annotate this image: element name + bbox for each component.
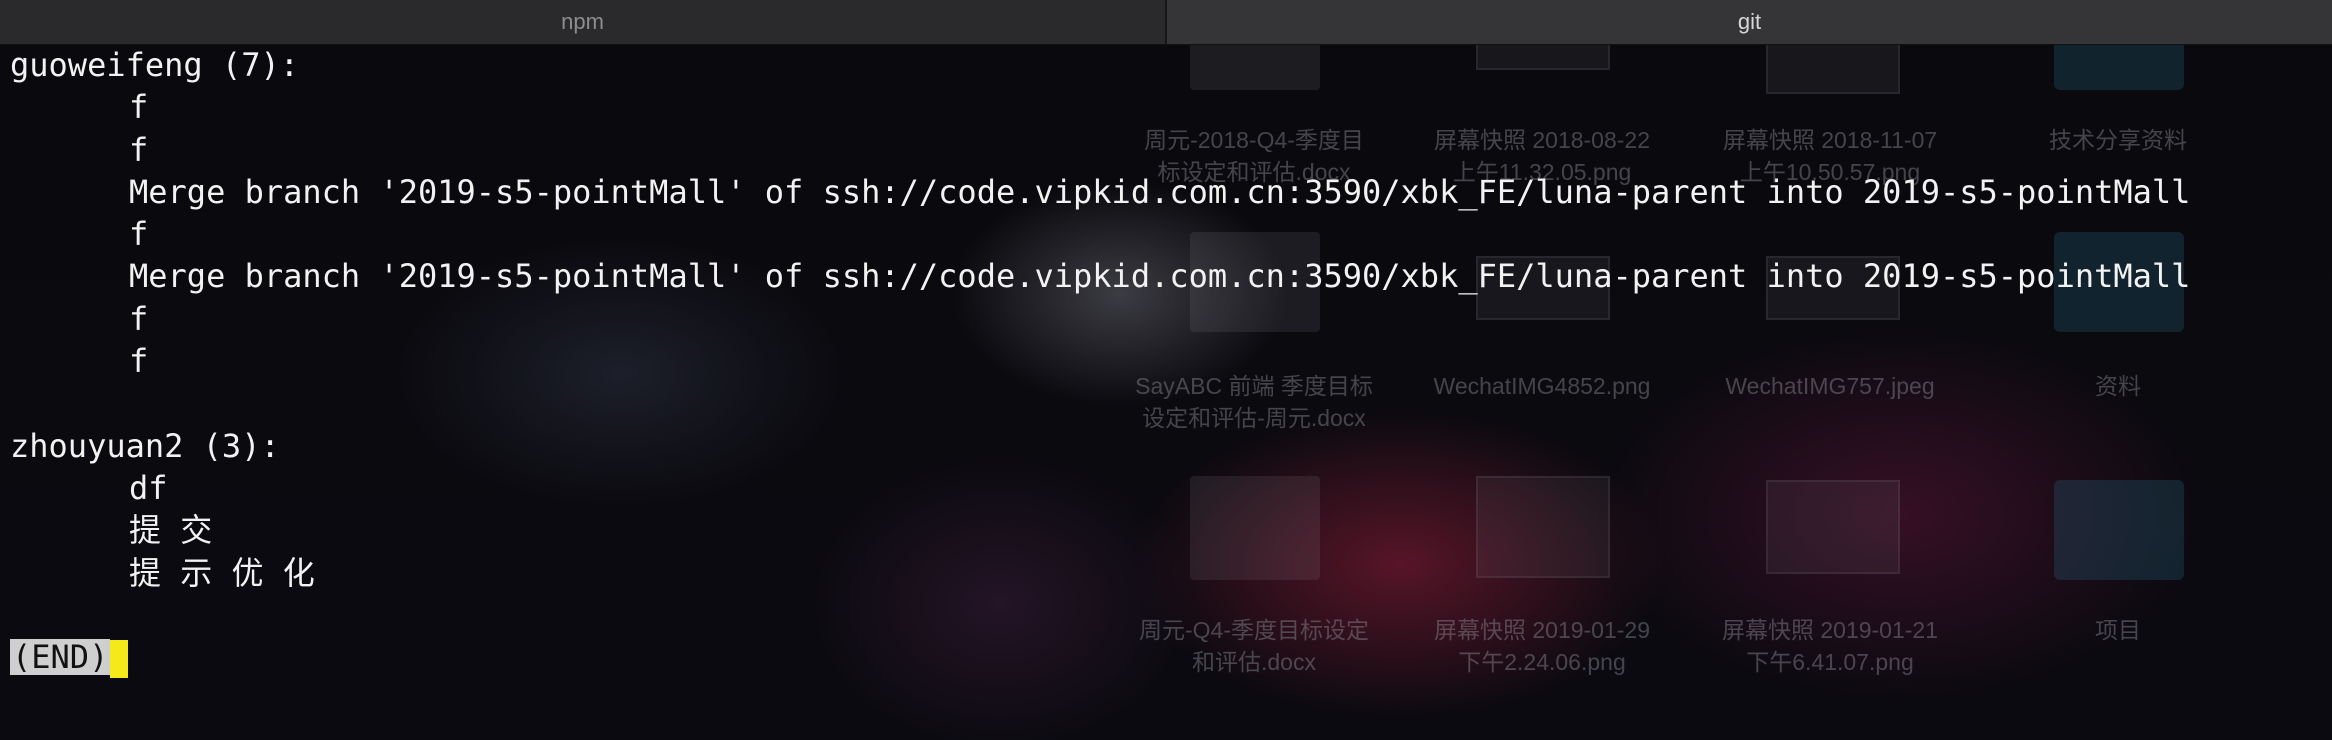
terminal-window: npm git 周元-2018-Q4-季度目 标设定和评估.docx 屏幕快照 …: [0, 0, 2332, 740]
tab-npm[interactable]: npm: [0, 0, 1165, 44]
terminal-output[interactable]: guoweifeng (7): f f Merge branch '2019-s…: [10, 44, 2310, 679]
commit-line: 提 示 优 化: [129, 553, 315, 592]
commit-line: Merge branch '2019-s5-pointMall' of ssh:…: [129, 257, 2191, 296]
tab-bar: npm git: [0, 0, 2332, 45]
author-header: zhouyuan2 (3):: [10, 426, 280, 465]
commit-line: f: [129, 215, 149, 254]
commit-line: 提 交: [129, 511, 213, 550]
commit-line: df: [129, 468, 168, 507]
commit-line: f: [129, 130, 149, 169]
commit-line: f: [129, 299, 149, 338]
terminal-cursor[interactable]: [110, 640, 129, 679]
commit-line: f: [129, 342, 149, 381]
end-marker: (END): [10, 638, 111, 677]
commit-line: f: [129, 88, 149, 127]
commit-line: Merge branch '2019-s5-pointMall' of ssh:…: [129, 172, 2191, 211]
pager-end-line: (END): [10, 636, 2310, 679]
author-header: guoweifeng (7):: [10, 46, 299, 84]
tab-git[interactable]: git: [1165, 0, 2332, 44]
